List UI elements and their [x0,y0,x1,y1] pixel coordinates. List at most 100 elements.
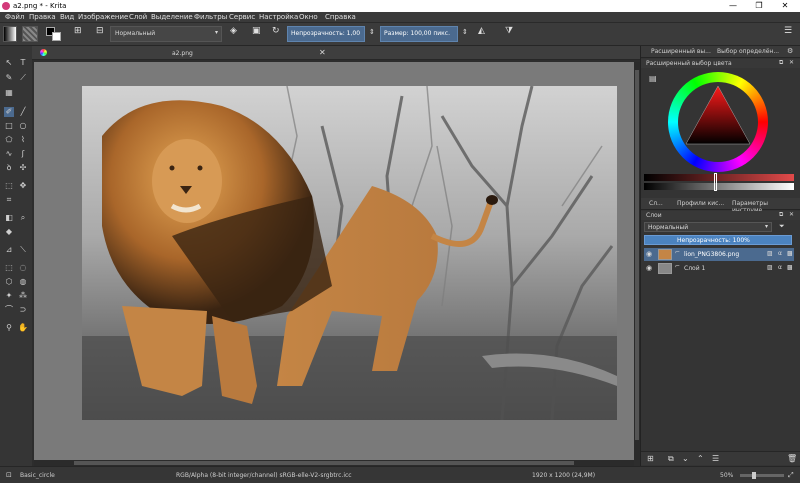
menu-tools[interactable]: Сервис [229,13,255,21]
menu-help[interactable]: Справка [325,13,356,21]
ellipse-tool-icon[interactable]: ○ [18,121,28,131]
fill-tool-icon[interactable]: ◆ [4,227,14,237]
polygon-select-tool-icon[interactable]: ⬡ [4,277,14,287]
zoom-slider[interactable] [740,472,784,479]
line-tool-icon[interactable]: ╱ [18,107,28,117]
canvas-viewport[interactable] [34,62,634,460]
reload-preset-icon[interactable]: ↻ [272,26,280,36]
mirror-vertical-icon[interactable]: ⧩ [505,26,513,36]
close-icon[interactable]: ✕ [772,0,798,12]
color-history-bar[interactable] [644,174,794,181]
select-shapes-tool-icon[interactable]: ↖ [4,58,14,68]
preserve-alpha-icon[interactable]: ▣ [252,26,261,36]
contiguous-select-tool-icon[interactable]: ✦ [4,291,14,301]
layer-row[interactable]: ◉ ⌐ Слой 1 ▨ α ▩ [644,262,794,275]
delete-layer-icon[interactable]: 🗑 [787,454,797,463]
menu-layer[interactable]: Слой [129,13,147,21]
gray-value-bar[interactable] [644,183,794,190]
float-layers-icon[interactable]: ⧉ [779,211,783,219]
layer-opacity-slider[interactable]: Непрозрачность: 100% [644,235,792,245]
menu-select[interactable]: Выделение [151,13,193,21]
alpha-lock-icon[interactable]: ▨ [767,250,773,257]
tab-layers[interactable]: Сл... [649,200,663,207]
mirror-horizontal-icon[interactable]: ◭ [478,26,485,36]
move-tool-icon[interactable]: ✥ [18,181,28,191]
measure-tool-icon[interactable]: ⟍ [18,245,28,255]
polygon-tool-icon[interactable]: ⬠ [4,135,14,145]
bezier-tool-icon[interactable]: ∿ [4,149,14,159]
menu-filters[interactable]: Фильтры [194,13,227,21]
menu-settings[interactable]: Настройка [259,13,298,21]
tab-advanced-color[interactable]: Расширенный вы... [651,48,711,55]
assistant-tool-icon[interactable]: ⊿ [4,245,14,255]
opacity-stepper-icon[interactable]: ⇕ [369,28,375,36]
menu-view[interactable]: Вид [60,13,74,21]
polyline-tool-icon[interactable]: ⌇ [18,135,28,145]
brush-tool-icon[interactable]: ✐ [4,107,14,117]
tab-specific-color[interactable]: Выбор определён... [717,48,779,55]
menu-edit[interactable]: Правка [29,13,56,21]
layer-properties-icon[interactable]: ☰ [712,454,719,463]
move-layer-down-icon[interactable]: ⌄ [682,454,689,463]
close-layers-icon[interactable]: ✕ [789,211,794,218]
similar-select-tool-icon[interactable]: ⁂ [18,291,28,301]
move-layer-up-icon[interactable]: ⌃ [697,454,704,463]
minimize-icon[interactable]: — [720,0,746,12]
eraser-mode-icon[interactable]: ◈ [230,26,237,36]
pan-tool-icon[interactable]: ✋ [18,323,28,333]
pattern-edit-tool-icon[interactable]: ▦ [4,88,14,98]
inherit-alpha-icon[interactable]: α [778,250,782,257]
color-selector-settings-icon[interactable]: ▤ [649,74,657,83]
fg-bg-color-swatch[interactable] [44,26,64,42]
close-tab-icon[interactable]: ✕ [319,48,326,57]
float-docker-icon[interactable]: ⧉ [779,59,783,67]
maximize-icon[interactable]: ❐ [746,0,772,12]
close-docker-icon[interactable]: ✕ [789,59,794,66]
size-slider[interactable]: Размер: 100,00 пикс. [380,26,458,42]
color-picker-tool-icon[interactable]: ⌕ [18,213,28,223]
toolbar-menu-icon[interactable]: ☰ [784,26,792,36]
crop-tool-icon[interactable]: ⌗ [4,195,14,205]
lock-icon[interactable]: ▩ [787,250,793,257]
add-layer-icon[interactable]: ⊞ [647,454,654,463]
brush-preset-icon[interactable]: ⊡ [6,471,12,479]
freehand-select-tool-icon[interactable]: ◍ [18,277,28,287]
tab-brush-presets[interactable]: Профили кис... [677,200,724,207]
visibility-eye-icon[interactable]: ◉ [646,250,652,258]
blend-mode-select[interactable]: Нормальный ▾ [110,26,222,42]
gradient-preset-button[interactable] [3,26,17,42]
zoom-tool-icon[interactable]: ⚲ [4,323,14,333]
docker-menu-icon[interactable]: ⚙ [787,47,793,55]
text-tool-icon[interactable]: T [18,58,28,68]
edit-shapes-tool-icon[interactable]: ✎ [4,73,14,83]
multibrush-tool-icon[interactable]: ✣ [18,163,28,173]
calligraphy-tool-icon[interactable]: ⟋ [18,73,28,83]
ellipse-select-tool-icon[interactable]: ◌ [18,263,28,273]
brush-editor-icon[interactable]: ⊞ [74,26,82,36]
magnetic-select-tool-icon[interactable]: ⊃ [18,305,28,315]
color-triangle[interactable] [668,72,768,172]
layer-row[interactable]: ◉ ⌐ lion_PNG3806.png ▨ α ▩ [644,248,794,261]
document-tab-title[interactable]: a2.png [172,50,193,57]
duplicate-layer-icon[interactable]: ⧉ [668,454,674,464]
freehand-path-tool-icon[interactable]: ʃ [18,149,28,159]
dynamic-brush-tool-icon[interactable]: ꝺ [4,163,14,173]
menu-image[interactable]: Изображение [78,13,128,21]
bezier-select-tool-icon[interactable]: ⌒ [4,305,14,315]
lock-icon[interactable]: ▩ [787,264,793,271]
gradient-tool-icon[interactable]: ◧ [4,213,14,223]
rectangle-tool-icon[interactable]: □ [4,121,14,131]
menu-file[interactable]: Файл [5,13,24,21]
opacity-slider[interactable]: Непрозрачность: 1,00 [287,26,365,42]
alpha-lock-icon[interactable]: ▨ [767,264,773,271]
transform-tool-icon[interactable]: ⬚ [4,181,14,191]
brush-presets-icon[interactable]: ⊟ [96,26,104,36]
rect-select-tool-icon[interactable]: ⬚ [4,263,14,273]
pattern-preset-button[interactable] [22,26,38,42]
size-stepper-icon[interactable]: ⇕ [462,28,468,36]
visibility-eye-icon[interactable]: ◉ [646,264,652,272]
layer-blend-mode-select[interactable]: Нормальный ▾ [644,222,772,232]
fullscreen-icon[interactable]: ⤢ [788,471,794,480]
menu-window[interactable]: Окно [299,13,318,21]
hue-ring[interactable] [668,72,768,172]
